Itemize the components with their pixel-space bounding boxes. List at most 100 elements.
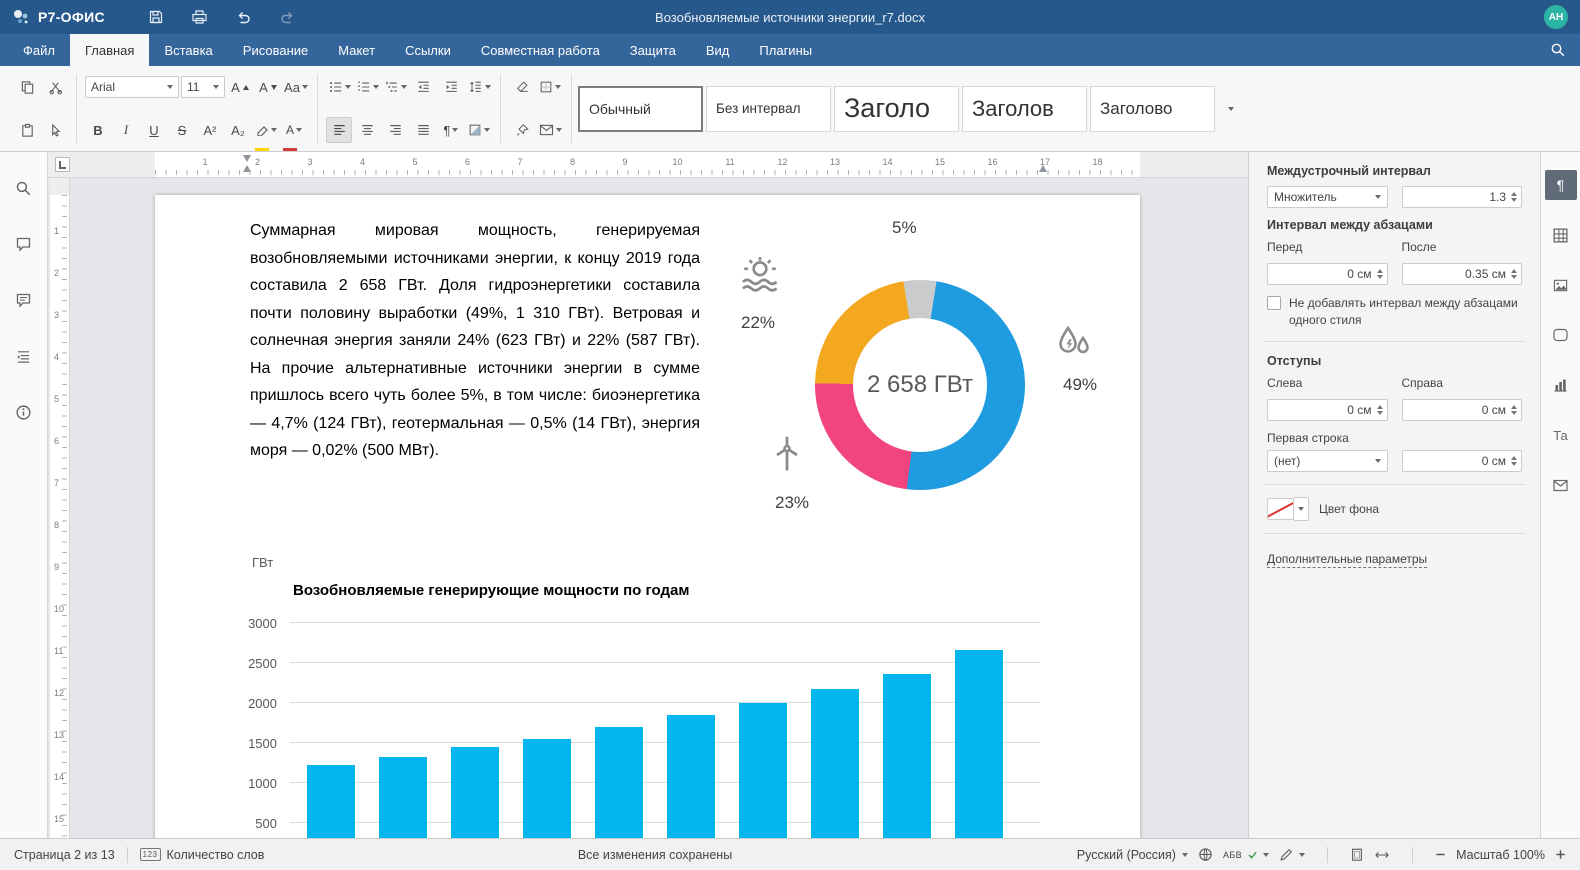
advanced-settings-link[interactable]: Дополнительные параметры — [1267, 552, 1427, 568]
spacing-before-input[interactable]: 0 см — [1267, 263, 1388, 285]
zoom-out-button[interactable] — [1435, 849, 1446, 860]
spellcheck-button[interactable]: АБВ — [1223, 850, 1269, 860]
spinner-icon[interactable] — [1377, 405, 1383, 415]
style-heading3[interactable]: Заголово — [1090, 86, 1215, 132]
font-color-button[interactable]: А — [281, 117, 307, 143]
spinner-icon[interactable] — [1511, 192, 1517, 202]
navigation-button[interactable] — [8, 342, 40, 370]
align-right-button[interactable] — [382, 117, 408, 143]
strikeout-button[interactable]: S — [169, 117, 195, 143]
fit-width-button[interactable] — [1374, 849, 1390, 861]
line-spacing-value-input[interactable]: 1.3 — [1402, 186, 1523, 208]
decrease-font-button[interactable]: А — [255, 74, 281, 100]
align-center-button[interactable] — [354, 117, 380, 143]
style-heading2[interactable]: Заголов — [962, 86, 1087, 132]
clear-style-button[interactable] — [509, 74, 535, 100]
tab-home[interactable]: Главная — [70, 34, 149, 66]
spinner-icon[interactable] — [1511, 456, 1517, 466]
tab-layout[interactable]: Макет — [323, 34, 390, 66]
align-left-button[interactable] — [326, 117, 352, 143]
subscript-button[interactable]: A₂ — [225, 117, 251, 143]
tab-view[interactable]: Вид — [691, 34, 745, 66]
style-normal[interactable]: Обычный — [578, 86, 703, 132]
comments-button[interactable] — [8, 230, 40, 258]
mail-merge-button[interactable] — [537, 117, 563, 143]
set-language-button[interactable] — [1198, 847, 1213, 862]
line-spacing-type-select[interactable]: Множитель — [1267, 186, 1388, 208]
spacing-after-input[interactable]: 0.35 см — [1402, 263, 1523, 285]
feedback-button[interactable] — [8, 286, 40, 314]
avatar[interactable]: АН — [1544, 5, 1568, 29]
paste-button[interactable] — [14, 117, 40, 143]
image-settings-button[interactable] — [1545, 270, 1577, 300]
borders-button[interactable] — [537, 74, 563, 100]
same-style-spacing-checkbox[interactable] — [1267, 296, 1281, 310]
select-all-button[interactable] — [42, 117, 68, 143]
horizontal-ruler[interactable]: 123456789101112131415161718 — [48, 152, 1248, 178]
spinner-icon[interactable] — [1377, 269, 1383, 279]
spinner-icon[interactable] — [1511, 405, 1517, 415]
cut-button[interactable] — [42, 74, 68, 100]
bullets-button[interactable] — [326, 74, 352, 100]
copy-style-button[interactable] — [509, 117, 535, 143]
shape-settings-button[interactable] — [1545, 320, 1577, 350]
document-page[interactable]: Суммарная мировая мощность, генерируемая… — [155, 195, 1140, 838]
tab-plugins[interactable]: Плагины — [744, 34, 827, 66]
donut-chart[interactable]: 2 658 ГВт 5% 49% 23% 22% — [695, 205, 1140, 540]
font-size-select[interactable]: 11 — [181, 76, 225, 98]
table-settings-button[interactable] — [1545, 220, 1577, 250]
italic-button[interactable]: I — [113, 117, 139, 143]
style-heading1[interactable]: Заголо — [834, 86, 959, 132]
indent-left-input[interactable]: 0 см — [1267, 399, 1388, 421]
background-color-picker[interactable] — [1267, 497, 1309, 521]
numbering-button[interactable] — [354, 74, 380, 100]
indent-right-input[interactable]: 0 см — [1402, 399, 1523, 421]
line-spacing-button[interactable] — [466, 74, 492, 100]
about-button[interactable] — [8, 398, 40, 426]
zoom-in-button[interactable] — [1555, 849, 1566, 860]
chart-settings-button[interactable] — [1545, 370, 1577, 400]
styles-gallery-expand-button[interactable] — [1218, 86, 1244, 132]
bold-button[interactable]: B — [85, 117, 111, 143]
vertical-ruler[interactable]: 123456789101112131415 — [50, 178, 70, 838]
print-button[interactable] — [183, 4, 217, 30]
tab-protection[interactable]: Защита — [615, 34, 691, 66]
first-line-indent-marker[interactable] — [243, 155, 251, 162]
document-paragraph[interactable]: Суммарная мировая мощность, генерируемая… — [250, 217, 700, 465]
change-case-button[interactable]: Аа — [283, 74, 309, 100]
find-button[interactable] — [8, 174, 40, 202]
decrease-indent-button[interactable] — [410, 74, 436, 100]
paragraph-shading-button[interactable] — [466, 117, 492, 143]
increase-indent-button[interactable] — [438, 74, 464, 100]
style-no-spacing[interactable]: Без интервал — [706, 86, 831, 132]
save-button[interactable] — [139, 4, 173, 30]
fit-page-button[interactable] — [1350, 847, 1364, 862]
word-count-button[interactable]: 123 Количество слов — [140, 848, 265, 862]
mail-merge-settings-button[interactable] — [1545, 470, 1577, 500]
tab-insert[interactable]: Вставка — [149, 34, 227, 66]
search-button[interactable] — [1536, 34, 1580, 66]
left-indent-marker[interactable] — [243, 165, 251, 172]
font-name-select[interactable]: Arial — [85, 76, 179, 98]
redo-button[interactable] — [271, 4, 305, 30]
underline-button[interactable]: U — [141, 117, 167, 143]
textart-settings-button[interactable]: Та — [1545, 420, 1577, 450]
multilevel-list-button[interactable] — [382, 74, 408, 100]
page-indicator[interactable]: Страница 2 из 13 — [14, 848, 115, 862]
spinner-icon[interactable] — [1511, 269, 1517, 279]
track-changes-button[interactable] — [1279, 848, 1305, 862]
nonprinting-chars-button[interactable]: ¶ — [438, 117, 464, 143]
highlight-color-button[interactable] — [253, 117, 279, 143]
tab-collaboration[interactable]: Совместная работа — [466, 34, 615, 66]
superscript-button[interactable]: A² — [197, 117, 223, 143]
document-area[interactable]: 123456789101112131415161718 123456789101… — [48, 152, 1248, 838]
tab-stop-selector[interactable] — [55, 157, 70, 172]
first-line-value-input[interactable]: 0 см — [1402, 450, 1523, 472]
language-selector[interactable]: Русский (Россия) — [1077, 848, 1188, 862]
paragraph-settings-button[interactable]: ¶ — [1545, 170, 1577, 200]
undo-button[interactable] — [227, 4, 261, 30]
increase-font-button[interactable]: А — [227, 74, 253, 100]
tab-file[interactable]: Файл — [8, 34, 70, 66]
tab-draw[interactable]: Рисование — [228, 34, 323, 66]
first-line-type-select[interactable]: (нет) — [1267, 450, 1388, 472]
